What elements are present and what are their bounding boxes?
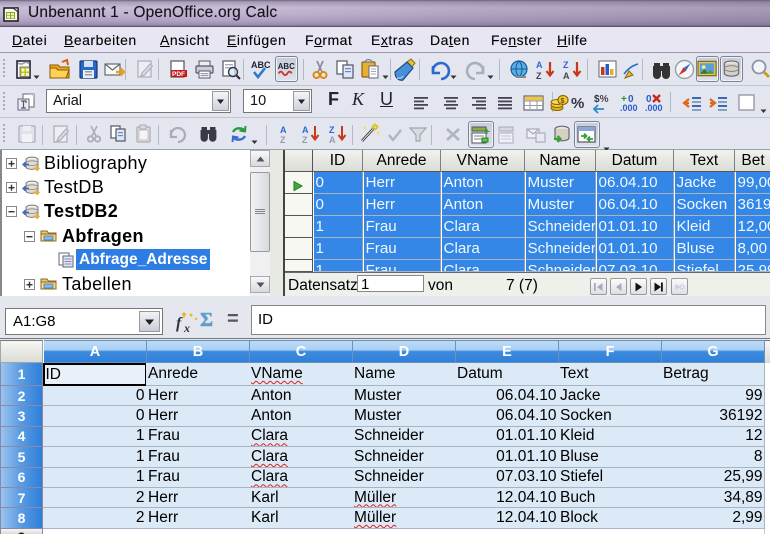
svg-text:A: A (536, 60, 543, 70)
svg-text:A: A (329, 135, 336, 145)
svg-text:Z: Z (563, 60, 569, 70)
svg-text:A: A (280, 125, 287, 135)
svg-text:x: x (183, 321, 190, 335)
svg-text:ABC: ABC (251, 60, 271, 70)
svg-text:PDF: PDF (172, 71, 185, 78)
svg-text:%: % (571, 95, 584, 112)
svg-text:$%: $% (594, 94, 609, 105)
svg-text:$: $ (561, 98, 565, 105)
svg-text:A: A (563, 71, 570, 81)
svg-text:ABC: ABC (278, 62, 295, 71)
svg-text:.000: .000 (645, 103, 663, 113)
svg-text:+: + (484, 127, 490, 138)
svg-text:Z: Z (536, 71, 542, 81)
svg-text:Z: Z (302, 135, 308, 145)
svg-text:.000: .000 (620, 103, 638, 113)
svg-text:Z: Z (329, 125, 335, 135)
svg-text:Z: Z (280, 135, 286, 145)
svg-text:A: A (302, 125, 309, 135)
svg-text:f: f (176, 315, 183, 332)
